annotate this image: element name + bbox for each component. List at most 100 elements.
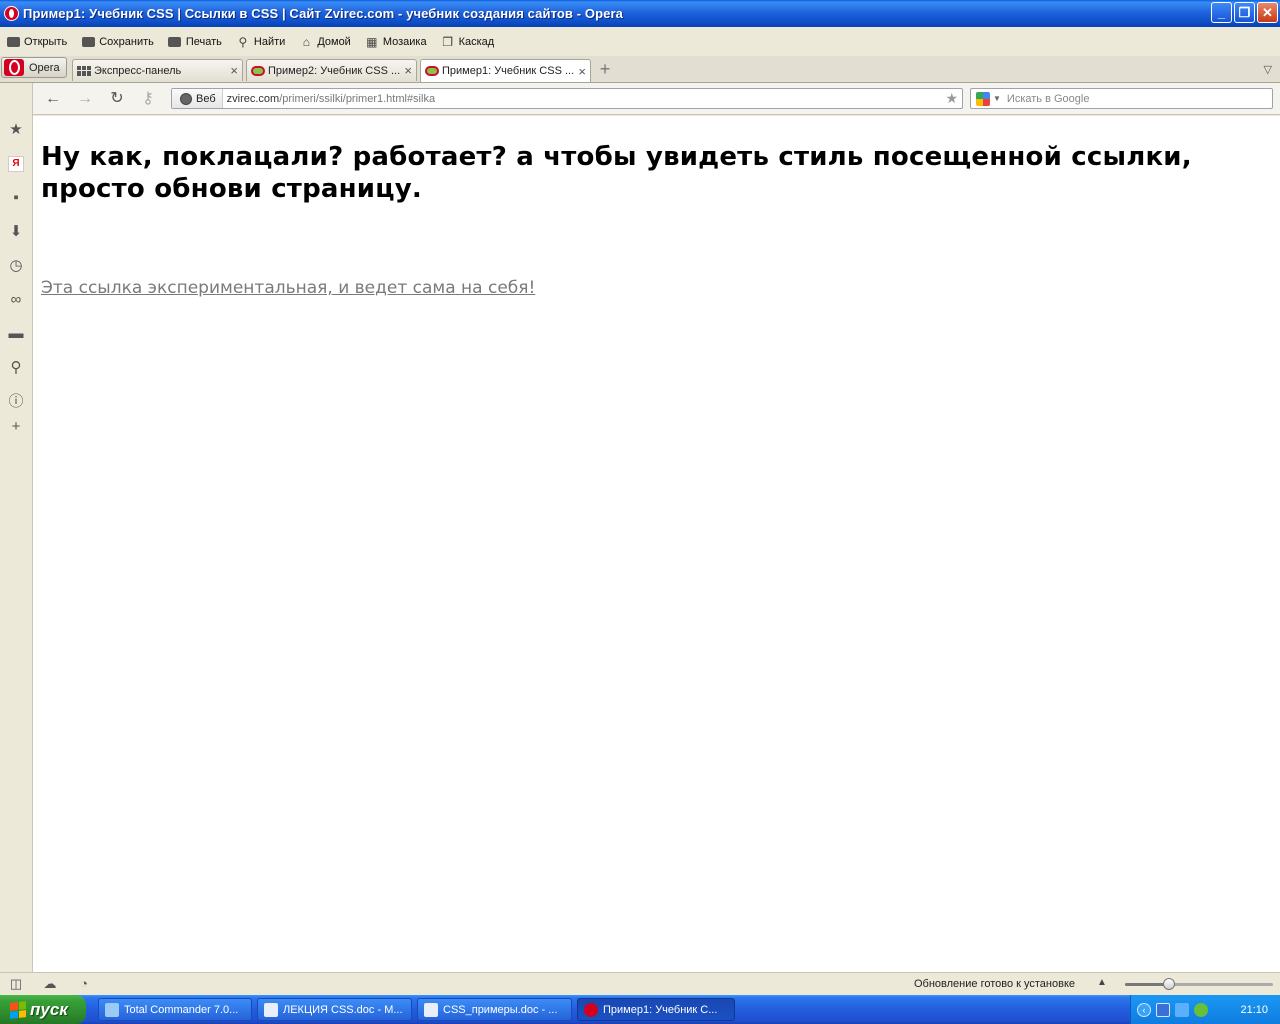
- tile-button[interactable]: ▦ Мозаика: [365, 34, 427, 49]
- update-status-text[interactable]: Обновление готово к установке: [914, 978, 1075, 990]
- taskbar-item-lecture-doc[interactable]: ЛЕКЦИЯ CSS.doc - М...: [257, 998, 412, 1021]
- folder-icon: [6, 36, 20, 48]
- tile-icon: ▦: [366, 34, 378, 49]
- info-icon[interactable]: ⓘ: [8, 394, 24, 410]
- windows-panel-icon[interactable]: ▬: [8, 326, 24, 342]
- taskbar-item-label: ЛЕКЦИЯ CSS.doc - М...: [283, 1003, 403, 1016]
- save-label: Сохранить: [99, 35, 154, 48]
- maximize-button[interactable]: ❐: [1234, 2, 1255, 23]
- window-title: Пример1: Учебник CSS | Ссылки в CSS | Са…: [23, 6, 623, 21]
- taskbar-item-css-examples-doc[interactable]: CSS_примеры.doc - ...: [417, 998, 572, 1021]
- page-viewport: Ну как, поклацали? работает? а чтобы уви…: [33, 116, 1280, 972]
- navigation-bar: ← → ↻ ⚷ Веб zvirec.com/primeri/ssilki/pr…: [33, 83, 1280, 115]
- tab-bar: Opera Экспресс-панель × Пример2: Учебник…: [0, 56, 1280, 83]
- search-engine-dropdown-icon[interactable]: ▼: [993, 94, 1001, 103]
- start-button[interactable]: пуск: [0, 995, 86, 1024]
- open-button[interactable]: Открыть: [6, 36, 67, 48]
- taskbar-item-opera[interactable]: Пример1: Учебник С...: [577, 998, 735, 1021]
- google-icon[interactable]: [976, 91, 990, 106]
- panel-toggle-icon[interactable]: ◫: [8, 977, 24, 991]
- volume-icon[interactable]: [1175, 1002, 1189, 1017]
- clock[interactable]: 21:10: [1240, 1004, 1268, 1016]
- tab-primer2[interactable]: Пример2: Учебник CSS ... ×: [246, 59, 417, 81]
- url-host: zvirec.com: [226, 92, 280, 105]
- tab-label: Экспресс-панель: [94, 64, 182, 77]
- tile-label: Мозаика: [382, 35, 427, 48]
- tab-close-icon[interactable]: ×: [230, 63, 238, 78]
- opera-menu-button[interactable]: Opera: [1, 57, 67, 78]
- word-document-icon: [424, 1002, 438, 1017]
- tab-label: Пример1: Учебник CSS ...: [442, 65, 575, 77]
- bookmarks-star-icon[interactable]: ★: [8, 122, 24, 138]
- taskbar-item-label: Пример1: Учебник С...: [603, 1003, 718, 1016]
- print-button[interactable]: Печать: [168, 36, 222, 48]
- url-text[interactable]: zvirec.com/primeri/ssilki/primer1.html#s…: [227, 93, 435, 105]
- window-titlebar[interactable]: Пример1: Учебник CSS | Ссылки в CSS | Са…: [0, 0, 1280, 27]
- search-icon: ⚲: [238, 34, 248, 49]
- globe-icon: [180, 92, 192, 105]
- zoom-slider-knob[interactable]: [1163, 978, 1176, 990]
- url-path: /primeri/ssilki/primer1.html#silka: [279, 92, 436, 105]
- taskbar-item-total-commander[interactable]: Total Commander 7.0...: [98, 998, 252, 1021]
- tab-close-icon[interactable]: ×: [578, 64, 586, 79]
- reload-icon[interactable]: ↻: [108, 90, 126, 108]
- links-chain-icon[interactable]: ∞: [8, 292, 24, 308]
- opera-unite-cloud-icon[interactable]: ☁: [42, 977, 58, 991]
- zoom-slider[interactable]: [1125, 978, 1273, 990]
- side-panel: ★ Я ▪ ⬇ ◷ ∞ ▬ ⚲ ⓘ +: [0, 83, 33, 972]
- search-field[interactable]: ▼ Искать в Google: [970, 88, 1273, 109]
- home-icon: ⌂: [302, 34, 310, 49]
- site-badge[interactable]: Веб: [172, 89, 223, 108]
- experimental-link[interactable]: Эта ссылка экспериментальная, и ведет са…: [41, 278, 535, 298]
- start-label: пуск: [30, 999, 68, 1019]
- cascade-icon: ❐: [442, 34, 453, 49]
- search-placeholder: Искать в Google: [1006, 92, 1090, 105]
- zvirec-favicon-icon: [425, 66, 439, 76]
- status-bar: ◫ ☁ ◔ Обновление готово к установке ▲: [0, 972, 1280, 995]
- address-field[interactable]: Веб zvirec.com/primeri/ssilki/primer1.ht…: [171, 88, 963, 109]
- antivirus-icon[interactable]: [1194, 1002, 1208, 1017]
- home-button[interactable]: ⌂ Домой: [299, 34, 351, 49]
- opera-menu-label: Opera: [29, 61, 60, 74]
- tray-expand-chevron-icon[interactable]: ‹: [1137, 1002, 1151, 1017]
- speed-dial-icon: [77, 65, 91, 76]
- wand-key-icon[interactable]: ⚷: [139, 90, 157, 108]
- back-arrow-icon[interactable]: ←: [44, 90, 62, 108]
- word-document-icon: [264, 1002, 278, 1017]
- tab-label: Пример2: Учебник CSS ...: [268, 64, 401, 77]
- save-icon: [81, 36, 95, 48]
- site-badge-label: Веб: [196, 92, 216, 105]
- new-tab-button[interactable]: +: [596, 60, 614, 79]
- yandex-icon[interactable]: Я: [8, 156, 24, 172]
- cascade-button[interactable]: ❐ Каскад: [441, 34, 494, 49]
- tab-list-chevron-icon[interactable]: ▽: [1264, 63, 1272, 76]
- close-button[interactable]: ✕: [1257, 2, 1278, 23]
- find-button[interactable]: ⚲ Найти: [236, 34, 286, 49]
- network-icon[interactable]: [1156, 1002, 1170, 1017]
- home-label: Домой: [317, 35, 351, 48]
- zvirec-favicon-icon: [251, 65, 265, 76]
- downloads-icon[interactable]: ⬇: [8, 224, 24, 240]
- main-toolbar: Открыть Сохранить Печать ⚲ Найти ⌂ Домой ▦…: [0, 27, 1280, 56]
- search-panel-icon[interactable]: ⚲: [8, 360, 24, 376]
- add-panel-icon[interactable]: +: [8, 419, 24, 435]
- minimize-button[interactable]: _: [1211, 2, 1232, 23]
- tab-speed-dial[interactable]: Экспресс-панель ×: [72, 59, 243, 81]
- history-clock-icon[interactable]: ◷: [8, 258, 24, 274]
- tab-close-icon[interactable]: ×: [404, 63, 412, 78]
- opera-logo-icon: [4, 59, 24, 76]
- tab-primer1[interactable]: Пример1: Учебник CSS ... ×: [420, 59, 591, 82]
- windows-taskbar: пуск Total Commander 7.0... ЛЕКЦИЯ CSS.d…: [0, 995, 1280, 1024]
- taskbar-item-label: CSS_примеры.doc - ...: [443, 1003, 558, 1016]
- taskbar-item-label: Total Commander 7.0...: [124, 1003, 239, 1016]
- bookmark-star-icon[interactable]: ★: [945, 90, 958, 107]
- save-button[interactable]: Сохранить: [81, 36, 154, 48]
- update-arrow-icon[interactable]: ▲: [1097, 977, 1107, 988]
- print-label: Печать: [185, 35, 222, 48]
- opera-icon: [584, 1002, 598, 1017]
- system-tray: ‹ 21:10: [1130, 995, 1280, 1024]
- window-controls: _ ❐ ✕: [1211, 2, 1278, 23]
- forward-arrow-icon[interactable]: →: [76, 90, 94, 108]
- notes-icon[interactable]: ▪: [8, 190, 24, 206]
- turbo-gauge-icon[interactable]: ◔: [76, 977, 92, 991]
